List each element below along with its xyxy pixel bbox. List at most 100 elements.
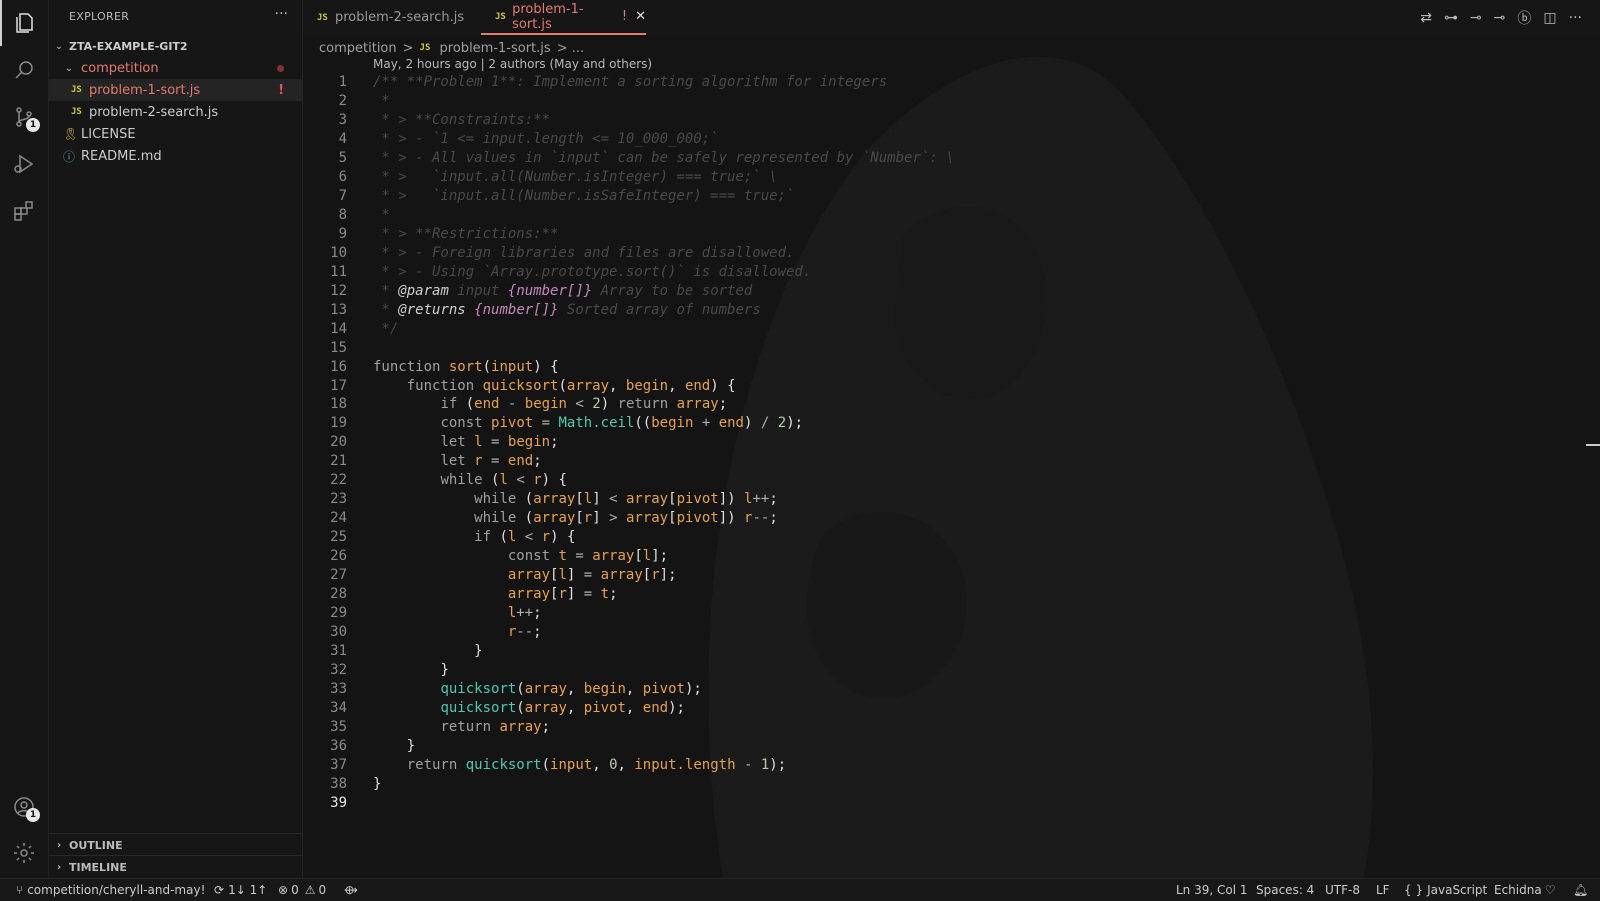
code-line[interactable]: 38} xyxy=(303,775,1600,794)
chevron-down-icon: ⌄ xyxy=(54,40,64,52)
code-line[interactable]: 31 } xyxy=(303,642,1600,661)
code-text: * > - All values in `input` can be safel… xyxy=(373,149,955,166)
line-number: 9 xyxy=(338,225,347,242)
code-line[interactable]: 16 function sort(input) { xyxy=(303,358,1600,377)
line-number: 37 xyxy=(330,756,347,773)
code-line[interactable]: 7 * > `input.all(Number.isSafeInteger) =… xyxy=(303,187,1600,206)
more-actions-icon[interactable]: ··· xyxy=(275,6,288,22)
split-editor-icon[interactable]: ◫ xyxy=(1543,10,1556,26)
previous-change-icon[interactable]: ⊸ xyxy=(1470,10,1482,26)
git-commit-icon[interactable]: ⊶ xyxy=(1444,10,1458,26)
code-text: while (array[l] < array[pivot]) l++; xyxy=(474,491,778,508)
code-line[interactable]: 34 quicksort(array, pivot, end); xyxy=(303,699,1600,718)
code-line[interactable]: 32 } xyxy=(303,661,1600,680)
code-line[interactable]: 28 array[r] = t; xyxy=(303,585,1600,604)
code-line[interactable]: 8 * xyxy=(303,206,1600,225)
run-debug-icon[interactable] xyxy=(0,141,48,187)
code-text: * > - Using `Array.prototype.sort()` is … xyxy=(373,263,812,280)
breadcrumb-more[interactable]: > ... xyxy=(557,41,584,56)
more-icon[interactable]: ··· xyxy=(1569,10,1582,26)
file-problem-2-search[interactable]: JS problem-2-search.js xyxy=(49,101,302,123)
language-mode[interactable]: { } JavaScript xyxy=(1404,879,1487,901)
code-text: return quicksort(input, 0, input.length … xyxy=(406,756,787,773)
accounts-icon[interactable]: 1 xyxy=(0,784,48,830)
breadcrumb-folder[interactable]: competition xyxy=(319,41,397,56)
branch-name: competition/cheryll-and-may! xyxy=(27,883,206,897)
code-line[interactable]: 25 if (l < r) { xyxy=(303,528,1600,547)
code-line[interactable]: 39 xyxy=(303,794,1600,813)
line-number: 34 xyxy=(330,699,347,716)
line-number: 21 xyxy=(330,453,347,470)
settings-gear-icon[interactable] xyxy=(0,830,48,876)
workspace-root[interactable]: ⌄ ZTA-EXAMPLE-GIT2 xyxy=(49,35,302,57)
notifications-bell-icon[interactable]: 🔔︎ xyxy=(1573,879,1588,901)
close-icon[interactable]: ✕ xyxy=(635,9,646,24)
code-line[interactable]: 21 let r = end; xyxy=(303,452,1600,471)
code-line[interactable]: 1 /** **Problem 1**: Implement a sorting … xyxy=(303,73,1600,92)
code-line[interactable]: 33 quicksort(array, begin, pivot); xyxy=(303,680,1600,699)
error-icon: ⊗ xyxy=(278,883,289,897)
code-line[interactable]: 20 let l = begin; xyxy=(303,433,1600,452)
timeline-section[interactable]: › TIMELINE xyxy=(49,855,302,878)
code-line[interactable]: 17 function quicksort(array, begin, end)… xyxy=(303,377,1600,396)
tab-problem-1-sort[interactable]: JS problem-1-sort.js ! ✕ xyxy=(481,0,646,35)
code-line[interactable]: 36 } xyxy=(303,737,1600,756)
explorer-icon[interactable] xyxy=(0,0,48,46)
code-editor[interactable]: competition > JS problem-1-sort.js > ...… xyxy=(303,35,1600,878)
code-line[interactable]: 19 const pivot = Math.ceil((begin + end)… xyxy=(303,414,1600,433)
code-line[interactable]: 18 if (end - begin < 2) return array; xyxy=(303,395,1600,414)
breadcrumb-file[interactable]: problem-1-sort.js xyxy=(440,41,551,56)
code-line[interactable]: 26 const t = array[l]; xyxy=(303,547,1600,566)
problems-indicator[interactable]: ⊗ 0 ⚠ 0 xyxy=(278,879,326,901)
code-line[interactable]: 37 return quicksort(input, 0, input.leng… xyxy=(303,756,1600,775)
indentation[interactable]: Spaces: 4 xyxy=(1256,879,1314,901)
extensions-icon[interactable] xyxy=(0,188,48,234)
code-line[interactable]: 9 * > **Restrictions:** xyxy=(303,225,1600,244)
file-readme[interactable]: ⓘ README.md xyxy=(49,145,302,167)
code-area[interactable]: 1 /** **Problem 1**: Implement a sorting … xyxy=(303,73,1600,813)
theme-indicator[interactable]: Echidna ♡ xyxy=(1494,879,1555,901)
file-license[interactable]: 🎗 LICENSE xyxy=(49,123,302,145)
outline-section[interactable]: › OUTLINE xyxy=(49,833,302,856)
timeline-label: TIMELINE xyxy=(69,860,127,874)
code-line[interactable]: 5 * > - All values in `input` can be saf… xyxy=(303,149,1600,168)
code-line[interactable]: 22 while (l < r) { xyxy=(303,471,1600,490)
git-blame-annotation[interactable]: May, 2 hours ago | 2 authors (May and ot… xyxy=(373,57,652,71)
code-line[interactable]: 24 while (array[r] > array[pivot]) r--; xyxy=(303,509,1600,528)
code-line[interactable]: 29 l++; xyxy=(303,604,1600,623)
code-line[interactable]: 11 * > - Using `Array.prototype.sort()` … xyxy=(303,263,1600,282)
file-problem-1-sort[interactable]: JS problem-1-sort.js ! xyxy=(49,79,302,101)
code-line[interactable]: 23 while (array[l] < array[pivot]) l++; xyxy=(303,490,1600,509)
accounts-badge: 1 xyxy=(26,808,40,822)
code-line[interactable]: 4 * > - `1 <= input.length <= 10_000_000… xyxy=(303,130,1600,149)
sync-counts: 1↓ 1↑ xyxy=(228,883,268,897)
line-ending[interactable]: LF xyxy=(1376,879,1390,901)
next-change-icon[interactable]: ⊸ xyxy=(1494,10,1506,26)
line-number: 18 xyxy=(330,396,347,413)
branch-indicator[interactable]: ⑂ competition/cheryll-and-may! xyxy=(16,879,205,901)
code-line[interactable]: 3 * > **Constraints:** xyxy=(303,111,1600,130)
sync-indicator[interactable]: ⟳ 1↓ 1↑ xyxy=(214,879,267,901)
code-line[interactable]: 12 * @param input {number[]} Array to be… xyxy=(303,282,1600,301)
line-number: 39 xyxy=(330,794,347,811)
blame-icon[interactable]: ⓑ xyxy=(1517,8,1531,28)
code-line[interactable]: 10 * > - Foreign libraries and files are… xyxy=(303,244,1600,263)
code-line[interactable]: 30 r--; xyxy=(303,623,1600,642)
compare-changes-icon[interactable]: ⇄ xyxy=(1420,10,1432,26)
source-control-icon[interactable]: 1 xyxy=(0,94,48,140)
js-file-icon: JS xyxy=(71,85,82,95)
code-line[interactable]: 14 */ xyxy=(303,320,1600,339)
encoding[interactable]: UTF-8 xyxy=(1325,879,1360,901)
tab-problem-2-search[interactable]: JS problem-2-search.js xyxy=(303,0,481,35)
code-line[interactable]: 15 xyxy=(303,339,1600,358)
folder-competition[interactable]: ⌄ competition xyxy=(49,57,302,79)
code-line[interactable]: 27 array[l] = array[r]; xyxy=(303,566,1600,585)
live-share-icon[interactable]: ⟴ xyxy=(344,879,358,901)
code-line[interactable]: 13 * @returns {number[]} Sorted array of… xyxy=(303,301,1600,320)
code-line[interactable]: 6 * > `input.all(Number.isInteger) === t… xyxy=(303,168,1600,187)
line-number: 8 xyxy=(338,206,347,223)
code-line[interactable]: 2 * xyxy=(303,92,1600,111)
search-icon[interactable] xyxy=(0,47,48,93)
code-line[interactable]: 35 return array; xyxy=(303,718,1600,737)
cursor-position[interactable]: Ln 39, Col 1 xyxy=(1176,879,1248,901)
